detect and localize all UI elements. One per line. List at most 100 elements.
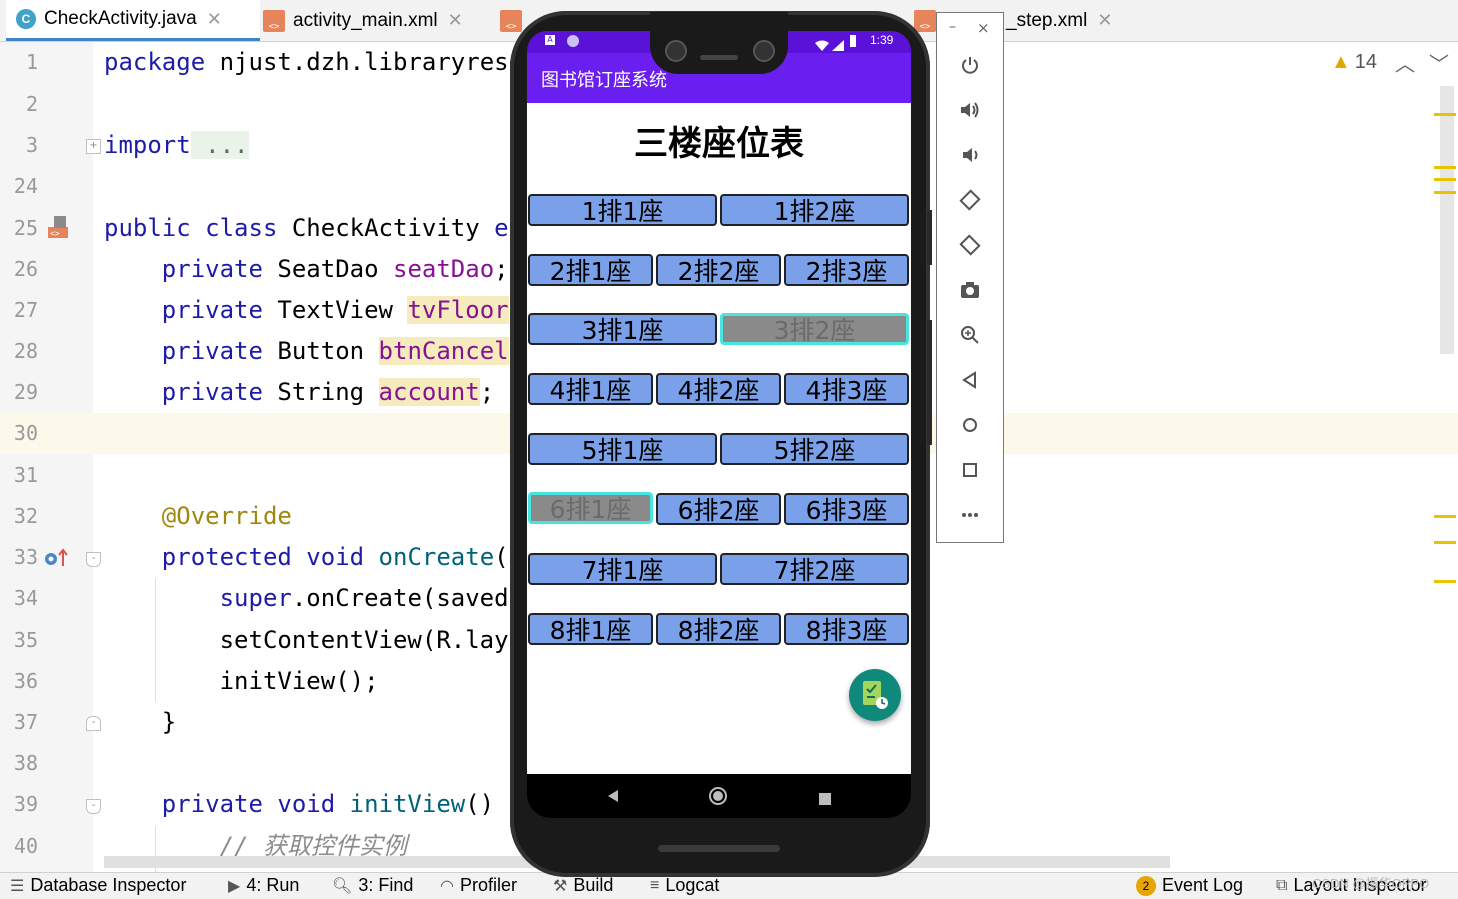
chevron-down-icon[interactable]: ﹀ xyxy=(1429,48,1449,77)
field-name: btnCancel xyxy=(378,337,509,365)
seat-button[interactable]: 7排2座 xyxy=(720,553,909,585)
class-icon: C xyxy=(16,9,36,29)
method-name: initView xyxy=(335,790,466,818)
seat-button[interactable]: 8排2座 xyxy=(656,613,781,645)
minimize-button[interactable]: – xyxy=(949,19,956,35)
close-button[interactable]: × xyxy=(977,19,990,37)
seat-button[interactable]: 1排1座 xyxy=(528,194,717,226)
seat-button[interactable]: 5排1座 xyxy=(528,433,717,465)
find-button[interactable]: 🔍︎ 3: Find xyxy=(332,875,413,896)
run-button[interactable]: ▶ 4: Run xyxy=(228,875,299,896)
power-icon[interactable] xyxy=(955,50,985,80)
hammer-icon: ⚒ xyxy=(553,877,568,895)
override-gutter-icon[interactable] xyxy=(44,548,68,568)
fold-end-icon[interactable]: - xyxy=(86,716,101,731)
line-number: 39 xyxy=(13,792,38,816)
close-icon[interactable]: ✕ xyxy=(448,10,463,31)
code-line: public class CheckActivity ex xyxy=(104,208,523,249)
seat-button[interactable]: 2排1座 xyxy=(528,254,653,286)
seat-button[interactable]: 6排3座 xyxy=(784,493,909,525)
layout-inspector-icon: ⧉ xyxy=(1276,876,1288,894)
front-sensor-icon xyxy=(753,40,775,62)
code-line: @Override xyxy=(104,502,292,530)
seat-button[interactable]: 5排2座 xyxy=(720,433,909,465)
more-icon[interactable] xyxy=(955,500,985,530)
seat-button[interactable]: 4排2座 xyxy=(656,373,781,405)
event-log-badge: 2 xyxy=(1136,875,1156,896)
warning-marker[interactable] xyxy=(1434,113,1456,116)
search-icon: 🔍︎ xyxy=(332,877,353,895)
database-inspector-button[interactable]: ☰ Database Inspector xyxy=(10,875,186,896)
build-button[interactable]: ⚒ Build xyxy=(553,875,613,896)
profiler-icon: ◠ xyxy=(440,877,454,895)
seat-button-taken[interactable]: 6排1座 xyxy=(528,492,653,524)
chevron-up-icon[interactable]: ︿ xyxy=(1395,48,1415,77)
rotate-right-icon[interactable] xyxy=(955,230,985,260)
seat-button[interactable]: 2排2座 xyxy=(656,254,781,286)
seat-button-taken[interactable]: 3排2座 xyxy=(720,313,909,345)
fold-collapse-icon[interactable]: - xyxy=(86,799,101,814)
keyword: private xyxy=(104,337,263,365)
seat-button[interactable]: 2排3座 xyxy=(784,254,909,286)
rotate-left-icon[interactable] xyxy=(955,185,985,215)
volume-up-icon[interactable] xyxy=(955,95,985,125)
floating-action-button[interactable] xyxy=(849,669,901,721)
seat-button[interactable]: 8排1座 xyxy=(528,613,653,645)
front-camera-icon xyxy=(665,40,687,62)
warning-count: 14 xyxy=(1354,51,1378,73)
seat-button[interactable]: 4排1座 xyxy=(528,373,653,405)
seat-button[interactable]: 6排2座 xyxy=(656,493,781,525)
fold-collapse-icon[interactable]: - xyxy=(86,552,101,567)
keyword: super xyxy=(104,584,292,612)
tool-label: Database Inspector xyxy=(30,875,187,895)
nav-back-icon[interactable] xyxy=(606,788,620,807)
close-icon[interactable]: ✕ xyxy=(1097,10,1112,31)
code-text: ; xyxy=(479,378,495,406)
code-line: private Button btnCancel; xyxy=(104,331,523,372)
warning-marker[interactable] xyxy=(1434,580,1456,583)
seat-button[interactable]: 1排2座 xyxy=(720,194,909,226)
tab-label: activity_main.xml xyxy=(293,9,438,31)
back-icon[interactable] xyxy=(955,365,985,395)
warning-marker[interactable] xyxy=(1434,191,1456,194)
keyword: private xyxy=(104,378,263,406)
warning-marker[interactable] xyxy=(1434,541,1456,544)
close-icon[interactable]: ✕ xyxy=(207,9,222,30)
nav-home-icon[interactable] xyxy=(709,787,727,809)
fold-expand-icon[interactable]: + xyxy=(86,139,101,154)
folded-imports[interactable]: ... xyxy=(190,131,249,159)
tab-label: CheckActivity.java xyxy=(44,8,197,29)
tab-activity-main[interactable]: <> activity_main.xml ✕ xyxy=(263,0,463,41)
vertical-scrollbar[interactable] xyxy=(1440,86,1454,354)
device-side-button xyxy=(927,210,932,265)
code-line: private void initView() { xyxy=(104,784,523,825)
inspection-widget[interactable]: ▲ 14 ︿ ﹀ xyxy=(1331,48,1449,77)
volume-down-icon[interactable] xyxy=(955,140,985,170)
seat-button[interactable]: 4排3座 xyxy=(784,373,909,405)
camera-icon[interactable] xyxy=(955,275,985,305)
code-line: super.onCreate(savedI xyxy=(104,578,523,619)
warning-marker[interactable] xyxy=(1434,515,1456,518)
seat-button[interactable]: 3排1座 xyxy=(528,313,717,345)
line-number: 38 xyxy=(13,751,38,775)
profiler-button[interactable]: ◠ Profiler xyxy=(440,875,517,896)
logcat-button[interactable]: ≡ Logcat xyxy=(650,875,719,896)
line-number: 33 xyxy=(13,545,38,569)
tab-check-activity[interactable]: C CheckActivity.java ✕ xyxy=(6,0,260,41)
zoom-icon[interactable] xyxy=(955,320,985,350)
event-log-button[interactable]: 2 Event Log xyxy=(1136,875,1243,896)
field-name: tvFloor xyxy=(407,296,509,324)
seat-button[interactable]: 7排1座 xyxy=(528,553,717,585)
line-number: 37 xyxy=(13,710,38,734)
home-icon[interactable] xyxy=(955,410,985,440)
xml-layout-gutter-icon[interactable]: <> xyxy=(46,215,70,239)
device-side-button xyxy=(927,320,932,445)
line-number: 25 xyxy=(13,216,38,240)
seat-button[interactable]: 8排3座 xyxy=(784,613,909,645)
overview-icon[interactable] xyxy=(955,455,985,485)
logcat-icon: ≡ xyxy=(650,876,660,894)
warning-marker[interactable] xyxy=(1434,178,1456,181)
nav-overview-icon[interactable] xyxy=(819,790,831,809)
code-text: ; xyxy=(494,255,509,283)
warning-marker[interactable] xyxy=(1434,166,1456,169)
